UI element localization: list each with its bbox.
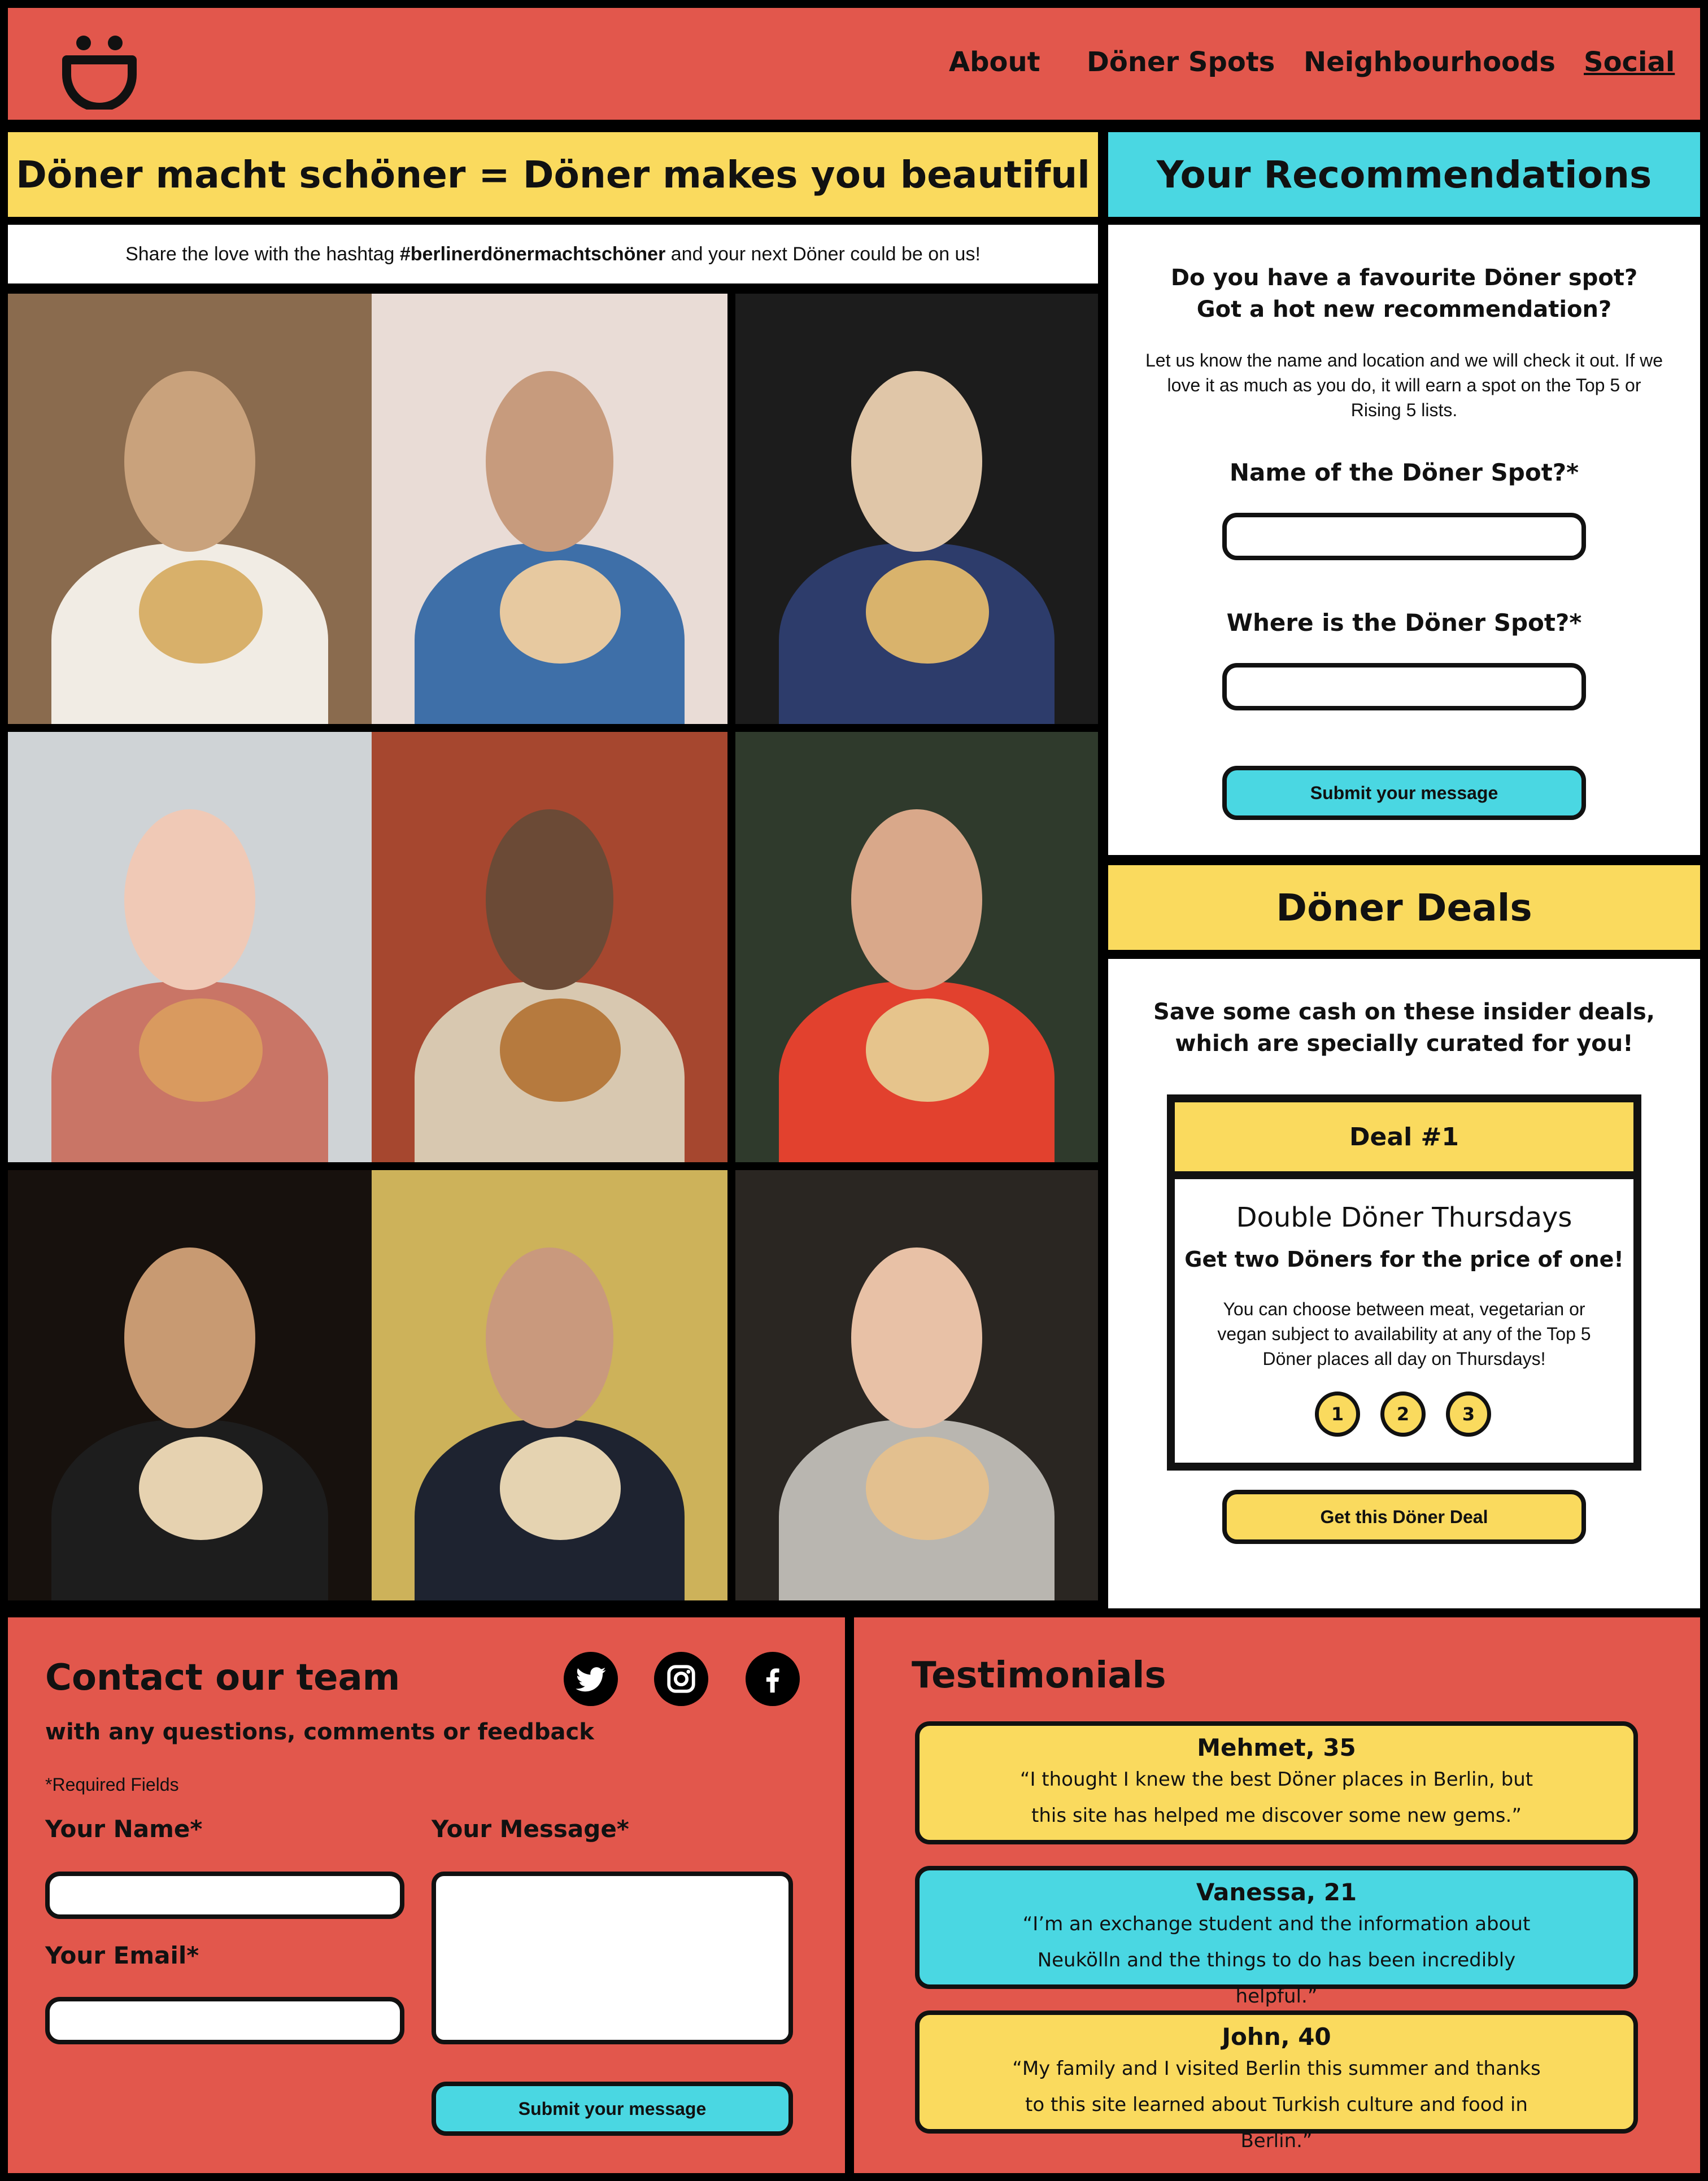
your-email-label: Your Email* (45, 1942, 199, 1969)
recommendations-panel: Do you have a favourite Döner spot? Got … (1108, 225, 1700, 855)
testimonial-name: Vanessa, 21 (1196, 1878, 1357, 1906)
your-name-input[interactable] (45, 1872, 404, 1919)
recommendations-header: Your Recommendations (1108, 132, 1700, 217)
contact-subtitle: with any questions, comments or feedback (45, 1719, 594, 1745)
recommendation-submit-button[interactable]: Submit your message (1222, 766, 1586, 820)
facebook-icon[interactable] (746, 1652, 800, 1706)
share-text-post: and your next Döner could be on us! (665, 243, 981, 265)
hero-title: Döner macht schöner = Döner makes you be… (16, 152, 1090, 197)
spot-name-label: Name of the Döner Spot?* (1229, 459, 1579, 486)
required-fields-note: *Required Fields (45, 1774, 179, 1795)
recommendation-description: Let us know the name and location and we… (1145, 350, 1663, 420)
testimonial-card: Vanessa, 21 “I’m an exchange student and … (915, 1866, 1638, 2008)
deal-description: You can choose between meat, vegetarian … (1217, 1299, 1591, 1369)
recommendations-title: Your Recommendations (1156, 152, 1652, 197)
doner-photo-7[interactable] (8, 1170, 372, 1600)
testimonial-name: John, 40 (1222, 2023, 1331, 2051)
doner-photo-6[interactable] (735, 732, 1098, 1162)
your-email-input[interactable] (45, 1997, 404, 2044)
share-hashtag[interactable]: #berlinerdönermachtschöner (400, 243, 665, 265)
deal-page-2[interactable]: 2 (1380, 1392, 1426, 1437)
testimonial-card: John, 40 “My family and I visited Berlin … (915, 2010, 1638, 2152)
contact-panel: Contact our team with any questions, com… (8, 1617, 845, 2173)
deal-page-3[interactable]: 3 (1446, 1392, 1491, 1437)
contact-submit-button[interactable]: Submit your message (432, 2082, 793, 2136)
site-header: About Döner Spots Neighbourhoods Social (8, 8, 1700, 120)
spot-name-input[interactable] (1222, 513, 1586, 560)
testimonial-card: Mehmet, 35 “I thought I knew the best Dön… (915, 1721, 1638, 1844)
testimonial-name: Mehmet, 35 (1197, 1734, 1356, 1761)
your-message-textarea[interactable] (432, 1872, 793, 2044)
nav-social[interactable]: Social (1584, 46, 1675, 78)
testimonial-quote: “I thought I knew the best Döner places … (1019, 1768, 1533, 1827)
contact-title: Contact our team (45, 1657, 400, 1699)
deal-name: Double Döner Thursdays (1236, 1202, 1572, 1233)
doner-photo-5[interactable] (372, 732, 727, 1162)
doner-photo-3[interactable] (735, 294, 1098, 724)
your-message-label: Your Message* (432, 1815, 629, 1843)
deal-tagline: Get two Döners for the price of one! (1184, 1247, 1624, 1272)
recommendation-question-2: Got a hot new recommendation? (1196, 296, 1612, 322)
nav-about[interactable]: About (949, 46, 1040, 78)
deals-title: Döner Deals (1276, 886, 1532, 930)
deals-subtitle: Save some cash on these insider deals, w… (1153, 999, 1655, 1057)
deal-card-header: Deal #1 (1175, 1102, 1633, 1179)
doner-photo-2[interactable] (372, 294, 727, 724)
doner-photo-9[interactable] (735, 1170, 1098, 1600)
deal-page-1[interactable]: 1 (1315, 1392, 1360, 1437)
spot-location-label: Where is the Döner Spot?* (1226, 609, 1582, 636)
doner-photo-4[interactable] (8, 732, 372, 1162)
spot-location-input[interactable] (1222, 663, 1586, 710)
doner-photo-1[interactable] (8, 294, 372, 724)
hero-title-bar: Döner macht schöner = Döner makes you be… (8, 132, 1098, 217)
share-strip: Share the love with the hashtag #berline… (8, 225, 1098, 283)
deals-panel: Save some cash on these insider deals, w… (1108, 959, 1700, 1608)
deals-header: Döner Deals (1108, 865, 1700, 950)
twitter-icon[interactable] (564, 1652, 618, 1706)
nav-neighbourhoods[interactable]: Neighbourhoods (1304, 46, 1555, 78)
doner-photo-8[interactable] (372, 1170, 727, 1600)
recommendation-question-1: Do you have a favourite Döner spot? (1170, 265, 1638, 291)
testimonials-title: Testimonials (912, 1655, 1166, 1696)
deal-card: Deal #1 Double Döner Thursdays Get two D… (1167, 1094, 1641, 1471)
get-deal-button[interactable]: Get this Döner Deal (1222, 1490, 1586, 1544)
nav-doner-spots[interactable]: Döner Spots (1087, 46, 1275, 78)
share-text-pre: Share the love with the hashtag (125, 243, 400, 265)
instagram-icon[interactable] (654, 1652, 708, 1706)
your-name-label: Your Name* (45, 1815, 203, 1843)
smiley-logo-icon[interactable] (60, 30, 139, 110)
testimonial-quote: “I’m an exchange student and the informa… (1022, 1913, 1531, 2008)
testimonial-quote: “My family and I visited Berlin this sum… (1012, 2057, 1541, 2152)
